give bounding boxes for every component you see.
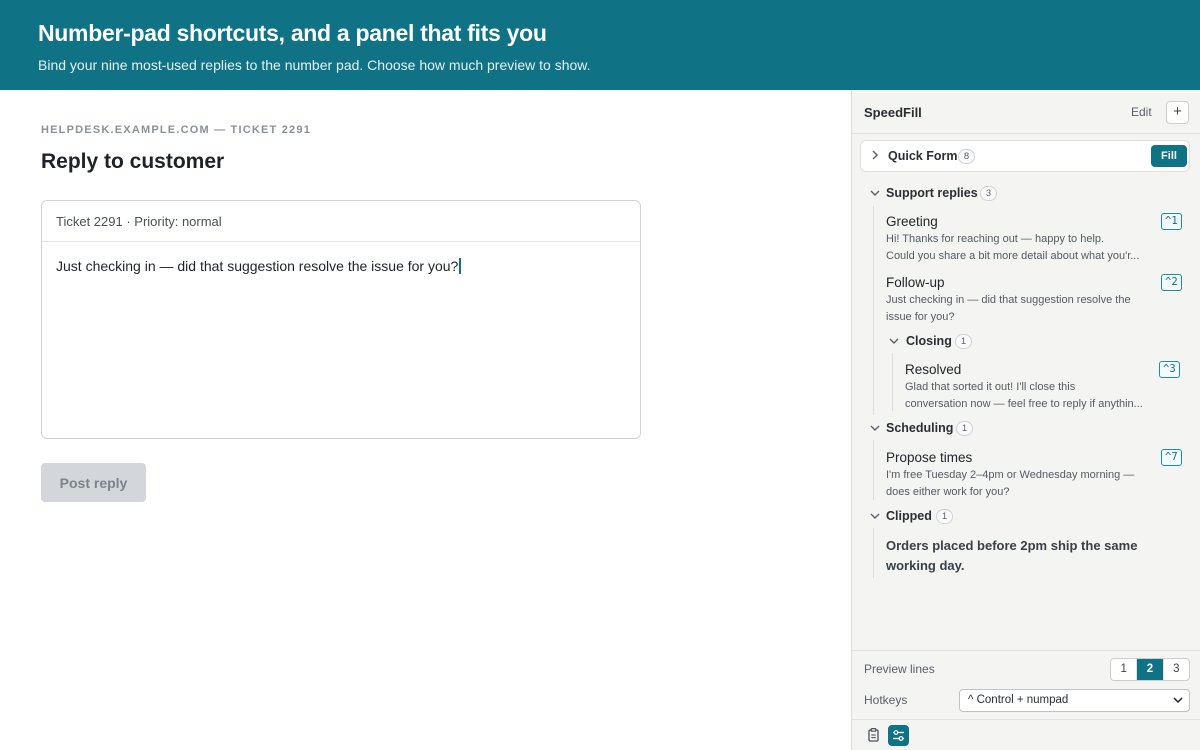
preview-line: Could you share a bit more detail about … — [886, 249, 1140, 262]
chevron-down-icon[interactable] — [870, 188, 880, 200]
snippet-propose-preview: I'm free Tuesday 2–4pm or Wednesday morn… — [886, 467, 1154, 500]
sliders-icon[interactable] — [888, 725, 909, 746]
reply-editor[interactable]: Ticket 2291 · Priority: normal Just chec… — [41, 200, 641, 439]
chevron-down-icon[interactable] — [870, 423, 880, 435]
preview-lines-segmented-control[interactable]: 1 2 3 — [1110, 658, 1190, 681]
preview-line: issue for you? — [886, 310, 955, 323]
banner-subtitle: Bind your nine most-used replies to the … — [38, 57, 591, 73]
snippet-greeting-title[interactable]: Greeting — [886, 214, 938, 229]
hotkeys-select-value: ^ Control + numpad — [968, 694, 1069, 706]
group-indent-line — [873, 206, 874, 415]
main-content: HELPDESK.EXAMPLE.COM — TICKET 2291 Reply… — [0, 90, 851, 750]
quick-form-label: Quick Form — [888, 149, 958, 163]
preview-lines-label: Preview lines — [864, 662, 935, 676]
clipboard-icon[interactable] — [863, 725, 884, 746]
preview-lines-option-2[interactable]: 2 — [1136, 659, 1163, 680]
hotkeys-select[interactable]: ^ Control + numpad — [959, 689, 1190, 712]
preview-line: Hi! Thanks for reaching out — happy to h… — [886, 233, 1105, 245]
group-clipped[interactable]: Clipped — [886, 509, 932, 523]
hotkeys-label: Hotkeys — [864, 693, 908, 707]
add-snippet-button[interactable]: + — [1166, 101, 1189, 124]
reply-text: Just checking in — did that suggestion r… — [56, 258, 459, 274]
preview-line: Glad that sorted it out! I'll close this — [905, 381, 1076, 393]
page-banner: Number-pad shortcuts, and a panel that f… — [0, 0, 1200, 90]
hotkey-badge: ^7 — [1161, 449, 1182, 466]
panel-header: SpeedFill Edit + — [852, 90, 1200, 134]
clipped-snippet-text[interactable]: Orders placed before 2pm ship the same w… — [886, 536, 1176, 576]
banner-title: Number-pad shortcuts, and a panel that f… — [38, 20, 547, 46]
page-title: Reply to customer — [41, 150, 225, 173]
subgroup-indent-line — [892, 353, 893, 411]
speedfill-panel: SpeedFill Edit + Quick Form 8 Fill Suppo… — [851, 90, 1200, 750]
group-indent-line — [873, 528, 874, 578]
text-caret — [459, 258, 461, 274]
reply-textarea[interactable]: Just checking in — did that suggestion r… — [42, 242, 640, 290]
snippet-followup-preview: Just checking in — did that suggestion r… — [886, 292, 1154, 325]
hotkey-badge: ^1 — [1161, 213, 1182, 230]
group-scheduling[interactable]: Scheduling — [886, 421, 953, 435]
snippet-resolved-title[interactable]: Resolved — [905, 362, 961, 377]
chevron-right-icon[interactable] — [871, 150, 879, 163]
group-clipped-count: 1 — [936, 509, 953, 524]
preview-line: does either work for you? — [886, 485, 1010, 498]
group-closing[interactable]: Closing — [906, 334, 952, 348]
quick-form-row[interactable]: Quick Form 8 Fill — [860, 140, 1190, 172]
hotkey-badge: ^3 — [1159, 361, 1180, 378]
preview-line: I'm free Tuesday 2–4pm or Wednesday morn… — [886, 469, 1135, 481]
chevron-down-icon — [1173, 690, 1183, 719]
quick-form-count: 8 — [958, 149, 975, 164]
snippet-propose-title[interactable]: Propose times — [886, 450, 972, 465]
chevron-down-icon[interactable] — [889, 336, 899, 348]
preview-lines-option-3[interactable]: 3 — [1162, 659, 1189, 680]
group-closing-count: 1 — [955, 334, 972, 349]
group-support-count: 3 — [980, 186, 997, 201]
panel-footer: Preview lines 1 2 3 Hotkeys ^ Control + … — [852, 650, 1200, 750]
preview-line: Just checking in — did that suggestion r… — [886, 294, 1131, 306]
breadcrumb: HELPDESK.EXAMPLE.COM — TICKET 2291 — [41, 124, 312, 136]
preview-line: conversation now — feel free to reply if… — [905, 397, 1143, 410]
snippet-resolved-preview: Glad that sorted it out! I'll close this… — [905, 379, 1155, 412]
fill-button[interactable]: Fill — [1151, 145, 1187, 167]
edit-button[interactable]: Edit — [1131, 105, 1152, 119]
panel-title: SpeedFill — [864, 105, 922, 120]
post-reply-button[interactable]: Post reply — [41, 463, 146, 502]
chevron-down-icon[interactable] — [870, 511, 880, 523]
hotkey-badge: ^2 — [1161, 274, 1182, 291]
preview-lines-option-1[interactable]: 1 — [1111, 659, 1136, 680]
group-indent-line — [873, 440, 874, 500]
snippet-followup-title[interactable]: Follow-up — [886, 275, 945, 290]
panel-toolbar — [852, 719, 1200, 750]
group-support-replies[interactable]: Support replies — [886, 186, 978, 200]
group-scheduling-count: 1 — [956, 421, 973, 436]
ticket-info: Ticket 2291 · Priority: normal — [42, 201, 640, 242]
snippet-greeting-preview: Hi! Thanks for reaching out — happy to h… — [886, 231, 1154, 264]
